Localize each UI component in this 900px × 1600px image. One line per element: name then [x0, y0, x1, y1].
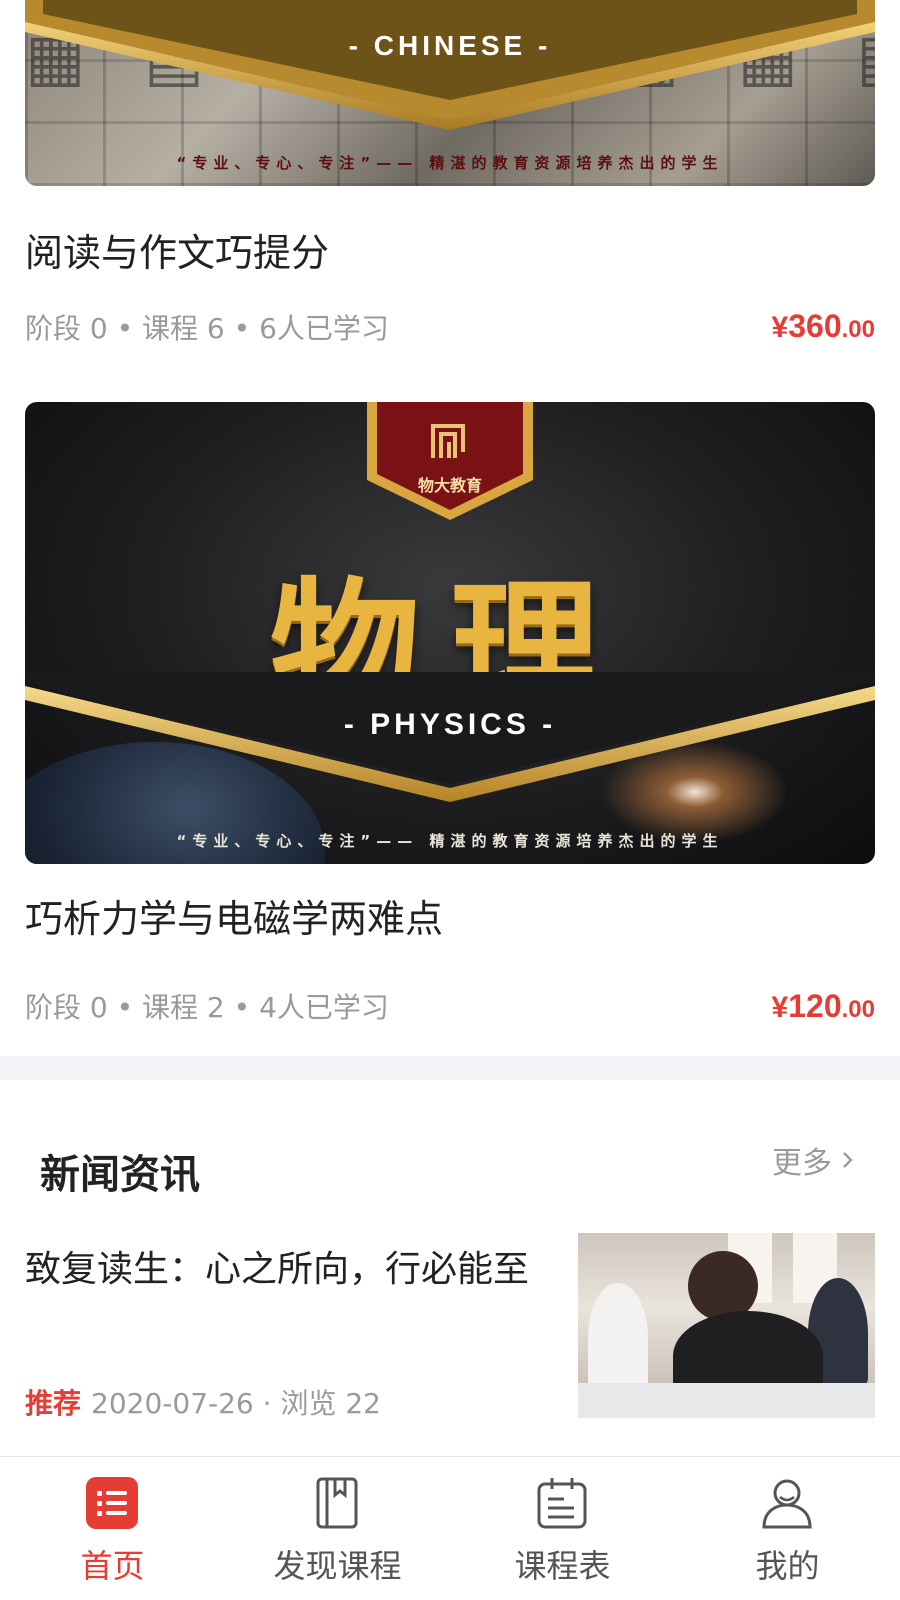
gold-chevron-decoration — [25, 0, 875, 130]
course-meta: 阶段 0 • 课程 2 • 4人已学习 — [25, 991, 389, 1024]
price-decimal: .00 — [841, 316, 875, 343]
tab-label: 我的 — [755, 1547, 820, 1585]
course-card[interactable]: 物大教育 物理 - PHYSICS - “专业、专心、专注”—— 精湛的教育资源… — [25, 402, 875, 1024]
app-page: ▦ ▤ ▥ ▦ ▧ ▨ ▦ ▤ ▥ - CHINESE - “专业、专心、专注”… — [0, 0, 900, 1600]
brand-badge — [367, 402, 533, 520]
price-currency: ¥ — [771, 991, 789, 1024]
chevron-right-icon — [843, 1152, 853, 1168]
news-item-title[interactable]: 致复读生：心之所向，行必能至 — [25, 1240, 529, 1292]
bottom-tab-bar: 首页 发现课程 课程表 我的 — [0, 1456, 900, 1600]
tab-me[interactable]: 我的 — [675, 1457, 900, 1600]
thumb-desk — [578, 1383, 875, 1418]
tab-label: 首页 — [80, 1547, 145, 1585]
news-more-link[interactable]: 更多 — [772, 1138, 858, 1182]
news-section-title: 新闻资讯 — [40, 1152, 200, 1198]
course-price: ¥120.00 — [772, 988, 875, 1025]
price-currency: ¥ — [771, 311, 789, 344]
user-icon — [762, 1479, 812, 1529]
course-meta: 阶段 0 • 课程 6 • 6人已学习 — [25, 312, 389, 345]
brand-name: 物大教育 — [417, 476, 482, 495]
banner-subject-english: - CHINESE - — [348, 30, 552, 61]
home-list-icon — [86, 1477, 138, 1529]
tab-schedule[interactable]: 课程表 — [450, 1457, 675, 1600]
course-banner-image[interactable]: 物大教育 物理 - PHYSICS - “专业、专心、专注”—— 精湛的教育资源… — [25, 402, 875, 864]
price-decimal: .00 — [841, 996, 875, 1023]
news-recommend-tag: 推荐 — [25, 1387, 82, 1420]
course-card[interactable]: ▦ ▤ ▥ ▦ ▧ ▨ ▦ ▤ ▥ - CHINESE - “专业、专心、专注”… — [25, 0, 875, 345]
banner-subject-english: - PHYSICS - — [343, 708, 557, 741]
course-title[interactable]: 阅读与作文巧提分 — [25, 222, 329, 277]
schedule-icon — [537, 1478, 587, 1529]
banner-slogan: “专业、专心、专注”—— 精湛的教育资源培养杰出的学生 — [176, 154, 724, 172]
news-item-meta: 推荐 2020-07-26 · 浏览 22 — [25, 1382, 381, 1422]
section-divider — [0, 1056, 900, 1080]
tab-label: 课程表 — [514, 1547, 611, 1585]
tab-home[interactable]: 首页 — [0, 1457, 225, 1600]
price-integer: 120 — [788, 988, 842, 1024]
course-banner-image[interactable]: ▦ ▤ ▥ ▦ ▧ ▨ ▦ ▤ ▥ - CHINESE - “专业、专心、专注”… — [25, 0, 875, 186]
tab-discover-courses[interactable]: 发现课程 — [225, 1457, 450, 1600]
tab-label: 发现课程 — [273, 1547, 402, 1585]
news-thumbnail-image[interactable] — [578, 1233, 875, 1418]
book-icon — [316, 1477, 358, 1529]
thumb-student-figure — [588, 1283, 648, 1393]
course-price: ¥360.00 — [772, 308, 875, 345]
news-date-views: 2020-07-26 · 浏览 22 — [91, 1387, 381, 1420]
banner-slogan: “专业、专心、专注”—— 精湛的教育资源培养杰出的学生 — [176, 832, 724, 850]
course-title[interactable]: 巧析力学与电磁学两难点 — [25, 888, 443, 943]
news-more-label: 更多 — [772, 1146, 832, 1181]
price-integer: 360 — [788, 308, 842, 344]
